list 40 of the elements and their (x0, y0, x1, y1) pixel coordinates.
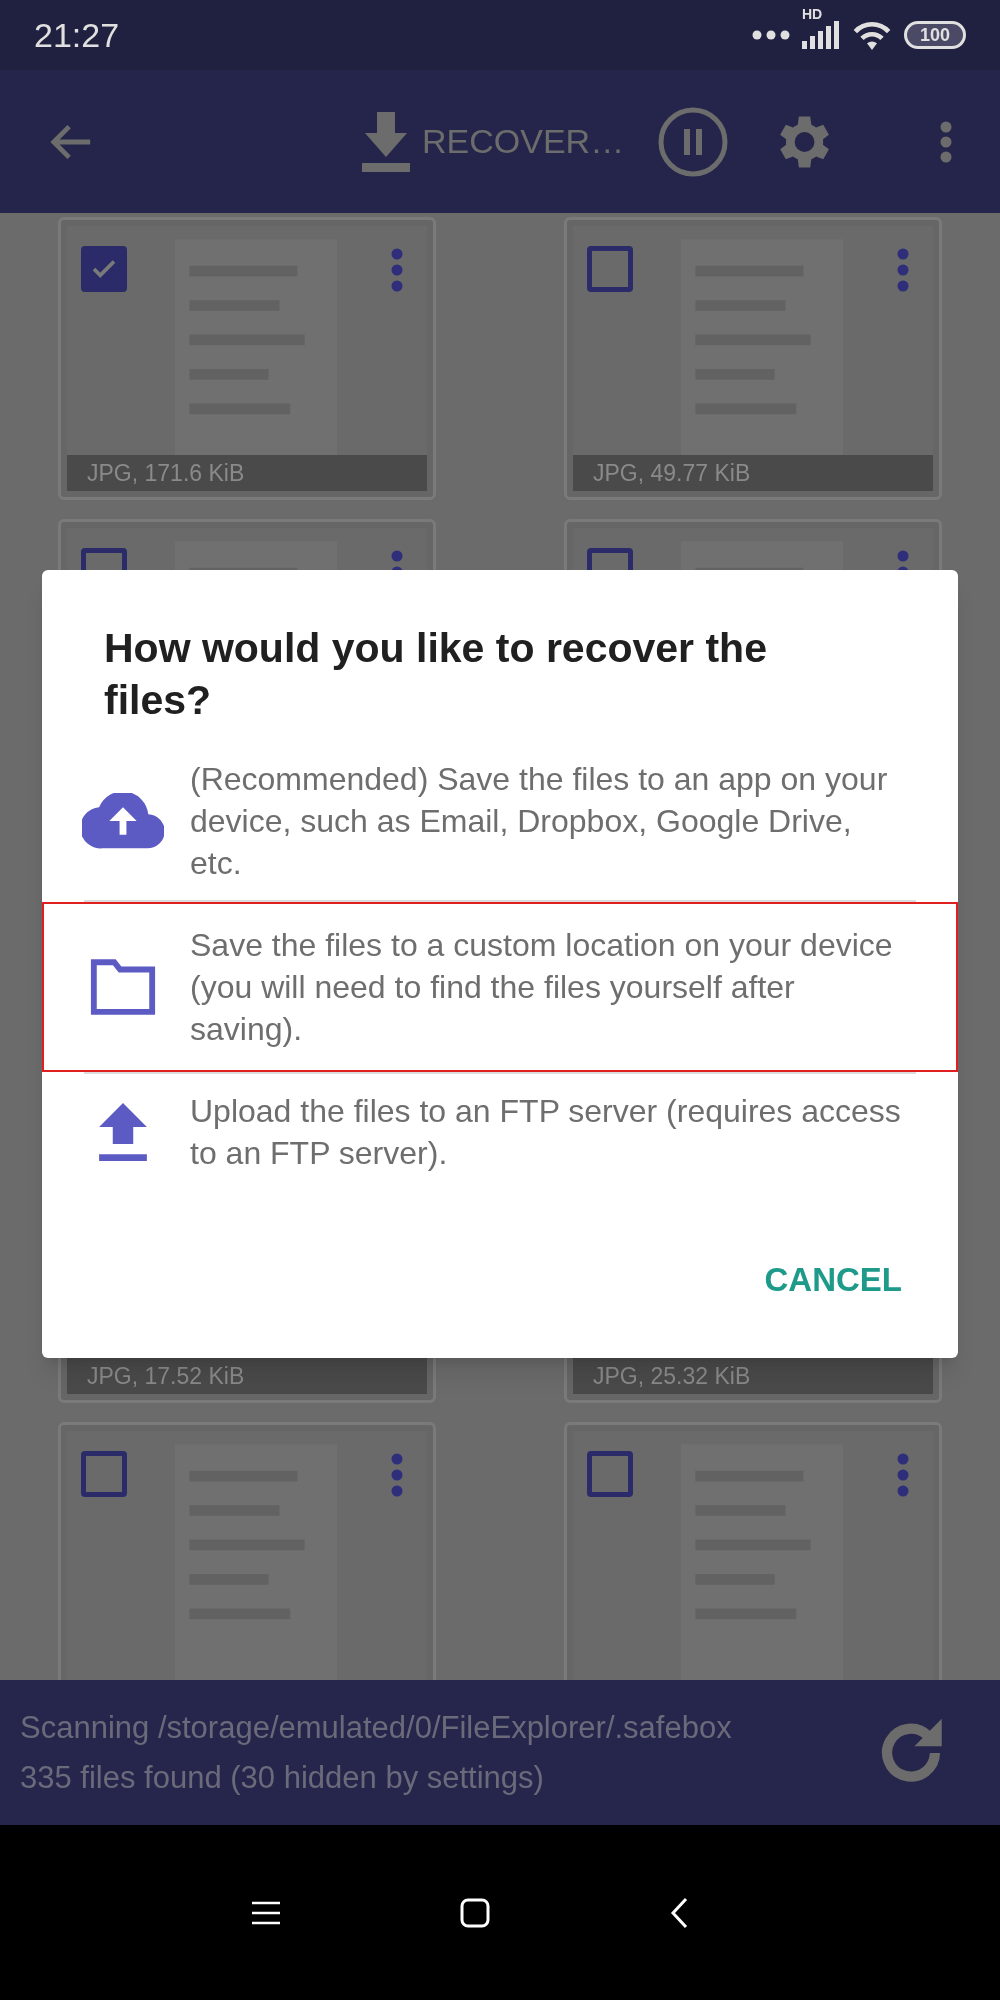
checkbox[interactable] (81, 1451, 127, 1497)
file-info: JPG, 171.6 KiB (67, 455, 427, 491)
pause-icon[interactable] (658, 106, 729, 177)
download-icon (362, 111, 410, 172)
upload-icon (99, 1103, 147, 1161)
option-text: (Recommended) Save the files to an app on your device, such as Email, Dropbox, Google Drive, etc. (190, 760, 889, 883)
more-icon (752, 30, 790, 40)
checkbox[interactable] (587, 1451, 633, 1497)
signal-icon (802, 21, 840, 49)
folder-icon (88, 959, 158, 1015)
clock: 21:27 (34, 14, 120, 56)
menu-icon[interactable] (252, 1900, 280, 1925)
scan-path: Scanning /storage/emulated/0/FileExplorer/.safebox (20, 1708, 732, 1747)
more-icon[interactable] (940, 120, 952, 163)
file-card[interactable]: JPG, 171.6 KiB (58, 217, 436, 500)
more-icon[interactable] (391, 1453, 403, 1497)
recover-option[interactable]: Save the files to a custom location on your device (you will need to find the files yourself after saving). (42, 902, 958, 1072)
checkbox[interactable] (587, 246, 633, 292)
cloud-upload-icon (82, 793, 164, 849)
recover-button[interactable]: RECOVER… (362, 111, 625, 172)
files-found: 335 files found (30 hidden by settings) (20, 1758, 545, 1797)
checkbox[interactable] (81, 246, 127, 292)
network-type: HD (802, 7, 823, 21)
dialog-title: How would you like to recover the files? (104, 624, 768, 725)
more-icon[interactable] (391, 248, 403, 292)
home-icon[interactable] (460, 1897, 490, 1928)
cancel-button[interactable]: CANCEL (754, 1248, 912, 1310)
option-text: Upload the files to an FTP server (requires access to an FTP server). (190, 1092, 902, 1173)
file-card[interactable]: JPG, 49.77 KiB (564, 217, 942, 500)
file-info: JPG, 25.32 KiB (573, 1358, 933, 1394)
more-icon[interactable] (897, 248, 909, 292)
more-icon[interactable] (897, 1453, 909, 1497)
file-info: JPG, 17.52 KiB (67, 1358, 427, 1394)
option-text: Save the files to a custom location on your device (you will need to find the files yourself after saving). (190, 926, 894, 1049)
file-info: JPG, 49.77 KiB (573, 455, 933, 491)
battery-indicator: 100 (904, 21, 966, 49)
recover-option[interactable]: (Recommended) Save the files to an app on your device, such as Email, Dropbox, Google Drive, etc. (42, 742, 958, 900)
recover-option[interactable]: Upload the files to an FTP server (requires access to an FTP server). (42, 1074, 958, 1190)
back-icon[interactable] (670, 1896, 688, 1929)
wifi-icon (852, 20, 892, 50)
